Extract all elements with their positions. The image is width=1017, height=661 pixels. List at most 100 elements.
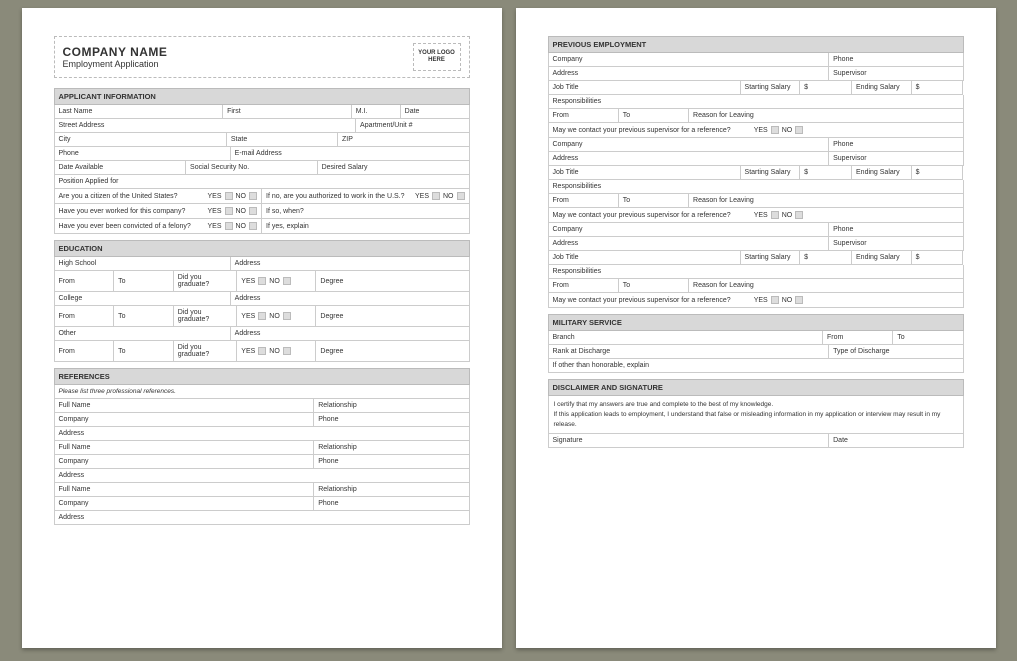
citizen-no-checkbox[interactable] (249, 192, 257, 200)
emp1-to-field[interactable]: To (619, 109, 689, 123)
emp3-start-salary-field[interactable]: $ (800, 251, 852, 265)
emp3-no-checkbox[interactable] (795, 296, 803, 304)
emp2-company-field[interactable]: Company (549, 138, 830, 152)
apt-field[interactable]: Apartment/Unit # (356, 119, 469, 133)
desired-salary-field[interactable]: Desired Salary (318, 161, 470, 175)
auth-no-checkbox[interactable] (457, 192, 465, 200)
if-so-when-field[interactable]: If so, when? (262, 204, 470, 219)
hs-from-field[interactable]: From (55, 271, 115, 292)
military-to-field[interactable]: To (893, 331, 963, 345)
ref1-relationship-field[interactable]: Relationship (314, 399, 469, 413)
emp3-reason-field[interactable]: Reason for Leaving (689, 279, 963, 293)
college-yes-checkbox[interactable] (258, 312, 266, 320)
emp1-reason-field[interactable]: Reason for Leaving (689, 109, 963, 123)
military-branch-field[interactable]: Branch (549, 331, 823, 345)
college-to-field[interactable]: To (114, 306, 174, 327)
ref3-name-field[interactable]: Full Name (55, 483, 315, 497)
emp2-reason-field[interactable]: Reason for Leaving (689, 194, 963, 208)
emp3-phone-field[interactable]: Phone (829, 223, 963, 237)
ref3-phone-field[interactable]: Phone (314, 497, 469, 511)
other-degree-field[interactable]: Degree (316, 341, 469, 362)
emp1-address-field[interactable]: Address (549, 67, 830, 81)
hs-yes-checkbox[interactable] (258, 277, 266, 285)
ref3-company-field[interactable]: Company (55, 497, 315, 511)
auth-yes-checkbox[interactable] (432, 192, 440, 200)
military-other-explain-field[interactable]: If other than honorable, explain (549, 359, 964, 373)
hs-to-field[interactable]: To (114, 271, 174, 292)
emp3-to-field[interactable]: To (619, 279, 689, 293)
college-from-field[interactable]: From (55, 306, 115, 327)
signature-field[interactable]: Signature (549, 434, 830, 448)
worked-yes-checkbox[interactable] (225, 207, 233, 215)
mi-field[interactable]: M.I. (352, 105, 401, 119)
felony-no-checkbox[interactable] (249, 222, 257, 230)
other-from-field[interactable]: From (55, 341, 115, 362)
position-field[interactable]: Position Applied for (55, 175, 470, 189)
felony-explain-field[interactable]: If yes, explain (262, 219, 470, 234)
emp3-address-field[interactable]: Address (549, 237, 830, 251)
military-from-field[interactable]: From (823, 331, 893, 345)
date-field[interactable]: Date (401, 105, 470, 119)
emp1-from-field[interactable]: From (549, 109, 619, 123)
emp2-phone-field[interactable]: Phone (829, 138, 963, 152)
emp2-supervisor-field[interactable]: Supervisor (829, 152, 963, 166)
emp3-company-field[interactable]: Company (549, 223, 830, 237)
ref1-phone-field[interactable]: Phone (314, 413, 469, 427)
citizen-yes-checkbox[interactable] (225, 192, 233, 200)
emp2-jobtitle-field[interactable]: Job Title (549, 166, 741, 180)
hs-no-checkbox[interactable] (283, 277, 291, 285)
first-name-field[interactable]: First (223, 105, 352, 119)
emp3-end-salary-field[interactable]: $ (912, 251, 964, 265)
emp1-jobtitle-field[interactable]: Job Title (549, 81, 741, 95)
other-field[interactable]: Other (55, 327, 231, 341)
city-field[interactable]: City (55, 133, 227, 147)
emp2-responsibilities-field[interactable]: Responsibilities (549, 180, 964, 194)
college-degree-field[interactable]: Degree (316, 306, 469, 327)
ref2-name-field[interactable]: Full Name (55, 441, 315, 455)
military-discharge-type-field[interactable]: Type of Discharge (829, 345, 963, 359)
emp3-responsibilities-field[interactable]: Responsibilities (549, 265, 964, 279)
zip-field[interactable]: ZIP (338, 133, 470, 147)
ref2-company-field[interactable]: Company (55, 455, 315, 469)
hs-degree-field[interactable]: Degree (316, 271, 469, 292)
emp1-end-salary-field[interactable]: $ (912, 81, 964, 95)
emp1-phone-field[interactable]: Phone (829, 53, 963, 67)
felony-yes-checkbox[interactable] (225, 222, 233, 230)
emp2-yes-checkbox[interactable] (771, 211, 779, 219)
other-address-field[interactable]: Address (231, 327, 470, 341)
ref2-address-field[interactable]: Address (55, 469, 470, 483)
ref2-relationship-field[interactable]: Relationship (314, 441, 469, 455)
ref1-company-field[interactable]: Company (55, 413, 315, 427)
college-field[interactable]: College (55, 292, 231, 306)
ref1-address-field[interactable]: Address (55, 427, 470, 441)
emp1-responsibilities-field[interactable]: Responsibilities (549, 95, 964, 109)
street-field[interactable]: Street Address (55, 119, 357, 133)
email-field[interactable]: E-mail Address (231, 147, 470, 161)
hs-address-field[interactable]: Address (231, 257, 470, 271)
emp2-to-field[interactable]: To (619, 194, 689, 208)
emp1-supervisor-field[interactable]: Supervisor (829, 67, 963, 81)
emp2-address-field[interactable]: Address (549, 152, 830, 166)
emp2-from-field[interactable]: From (549, 194, 619, 208)
worked-no-checkbox[interactable] (249, 207, 257, 215)
ref1-name-field[interactable]: Full Name (55, 399, 315, 413)
date-available-field[interactable]: Date Available (55, 161, 187, 175)
emp2-start-salary-field[interactable]: $ (800, 166, 852, 180)
emp3-jobtitle-field[interactable]: Job Title (549, 251, 741, 265)
high-school-field[interactable]: High School (55, 257, 231, 271)
emp3-yes-checkbox[interactable] (771, 296, 779, 304)
emp2-no-checkbox[interactable] (795, 211, 803, 219)
emp1-no-checkbox[interactable] (795, 126, 803, 134)
emp2-end-salary-field[interactable]: $ (912, 166, 964, 180)
ref2-phone-field[interactable]: Phone (314, 455, 469, 469)
other-to-field[interactable]: To (114, 341, 174, 362)
phone-field[interactable]: Phone (55, 147, 231, 161)
other-no-checkbox[interactable] (283, 347, 291, 355)
ssn-field[interactable]: Social Security No. (186, 161, 318, 175)
emp1-company-field[interactable]: Company (549, 53, 830, 67)
emp1-yes-checkbox[interactable] (771, 126, 779, 134)
ref3-address-field[interactable]: Address (55, 511, 470, 525)
state-field[interactable]: State (227, 133, 338, 147)
college-address-field[interactable]: Address (231, 292, 470, 306)
emp3-from-field[interactable]: From (549, 279, 619, 293)
